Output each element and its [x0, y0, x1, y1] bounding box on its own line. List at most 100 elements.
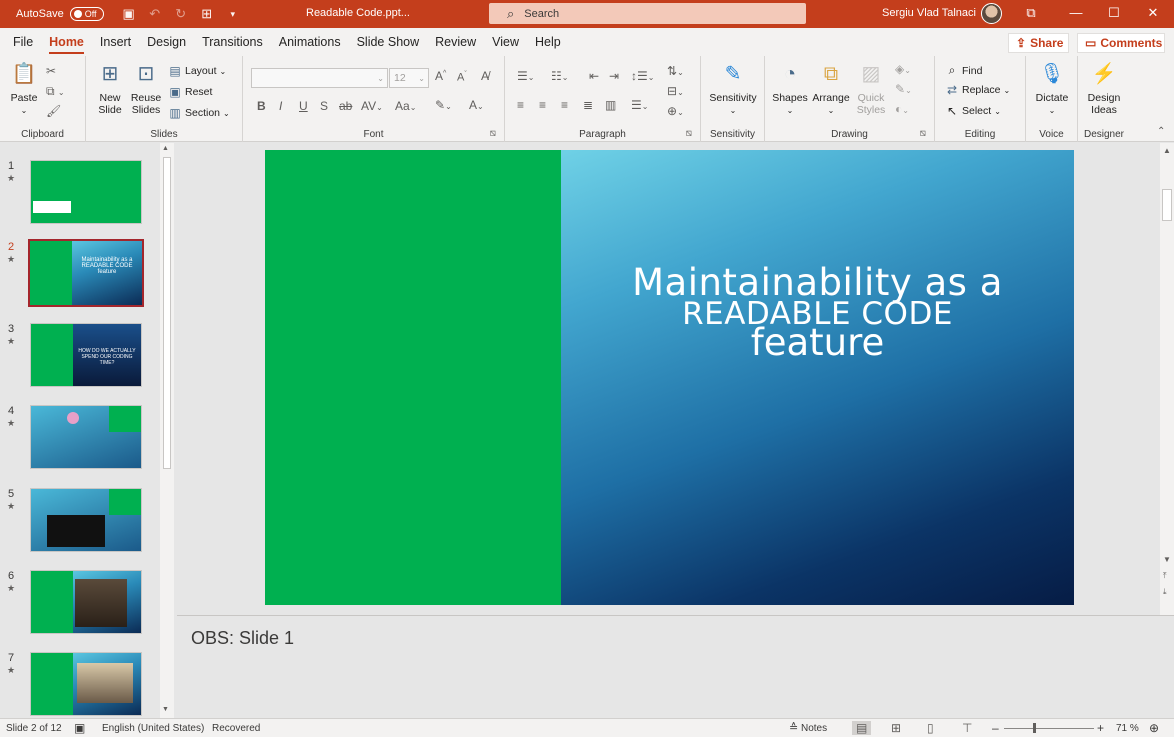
tab-animations[interactable]: Animations: [271, 28, 349, 56]
increase-indent-icon[interactable]: ⇥: [609, 69, 619, 83]
tab-view[interactable]: View: [484, 28, 527, 56]
paragraph-more-icon[interactable]: ☰⌄: [631, 98, 648, 112]
share-button[interactable]: ⇪ Share: [1008, 33, 1069, 53]
character-spacing-icon[interactable]: AV⌄: [361, 99, 383, 113]
notes-pane[interactable]: OBS: Slide 1: [177, 615, 1174, 718]
numbering-icon[interactable]: ☷⌄: [551, 69, 568, 83]
tab-transitions[interactable]: Transitions: [194, 28, 271, 56]
customize-toolbar-icon[interactable]: ▾: [222, 9, 244, 20]
reuse-slides-button[interactable]: ⊡ Reuse Slides: [130, 60, 162, 116]
new-slide-button[interactable]: ⊞ New Slide: [94, 60, 126, 116]
thumbnail-slide-5[interactable]: 5 ★: [0, 488, 160, 566]
align-right-icon[interactable]: ≡: [561, 98, 568, 112]
tab-review[interactable]: Review: [427, 28, 484, 56]
highlight-icon[interactable]: ✎⌄: [435, 98, 452, 112]
text-direction-icon[interactable]: ⇅⌄: [667, 64, 684, 78]
scroll-up-icon[interactable]: ▲: [1163, 146, 1171, 155]
strikethrough-icon[interactable]: ab: [339, 99, 352, 113]
increase-font-icon[interactable]: A^: [435, 69, 446, 83]
language[interactable]: English (United States): [102, 723, 204, 734]
decrease-font-icon[interactable]: Aˇ: [457, 71, 467, 84]
line-spacing-icon[interactable]: ↕☰⌄: [631, 69, 654, 83]
fit-to-window-icon[interactable]: ⊕: [1149, 721, 1159, 735]
reading-view-icon[interactable]: ▯: [927, 721, 934, 735]
next-slide-icon[interactable]: ⤓: [1163, 587, 1167, 597]
thumbnail-slide-3[interactable]: 3 ★ HOW DO WE ACTUALLY SPEND OUR CODING …: [0, 323, 160, 401]
thumbnail-slide-6[interactable]: 6 ★: [0, 570, 160, 648]
change-case-icon[interactable]: Aa⌄: [395, 99, 416, 113]
save-icon[interactable]: ▣: [118, 6, 140, 22]
sensitivity-button[interactable]: ✎ Sensitivity ⌄: [707, 60, 759, 117]
minimize-icon[interactable]: —: [1066, 4, 1086, 22]
format-painter-icon[interactable]: 🖌: [46, 104, 61, 118]
zoom-slider-thumb[interactable]: [1033, 723, 1036, 733]
tab-slide-show[interactable]: Slide Show: [349, 28, 428, 56]
zoom-slider[interactable]: [1004, 728, 1094, 729]
ribbon-display-options-icon[interactable]: ⧉: [1021, 4, 1041, 22]
smartart-icon[interactable]: ⊕⌄: [667, 104, 684, 118]
bullets-icon[interactable]: ☰⌄: [517, 69, 534, 83]
align-text-icon[interactable]: ⊟⌄: [667, 84, 684, 98]
normal-view-icon[interactable]: ▤: [852, 721, 872, 735]
select-button[interactable]: ↖ Select ⌄: [945, 104, 1001, 118]
shape-effects-icon[interactable]: ◐⌄: [895, 102, 909, 116]
zoom-out-icon[interactable]: –: [992, 721, 999, 735]
paste-button[interactable]: 📋 Paste ⌄: [8, 60, 40, 117]
zoom-in-icon[interactable]: +: [1097, 721, 1104, 735]
thumbnail-slide-4[interactable]: 4 ★: [0, 405, 160, 483]
zoom-level[interactable]: 71 %: [1116, 723, 1139, 734]
font-size-select[interactable]: 12 ⌄: [389, 68, 429, 88]
arrange-button[interactable]: ⧉ Arrange ⌄: [811, 60, 851, 117]
autosave-toggle[interactable]: Off: [69, 7, 104, 21]
italic-icon[interactable]: I: [279, 99, 282, 113]
tab-design[interactable]: Design: [139, 28, 194, 56]
justify-icon[interactable]: ≣: [583, 98, 593, 112]
slide-scrollbar[interactable]: ▲ ▼ ⤒ ⤓: [1160, 143, 1174, 615]
find-button[interactable]: ⌕ Find: [945, 63, 983, 78]
previous-slide-icon[interactable]: ⤒: [1163, 571, 1167, 581]
close-icon[interactable]: ✕: [1143, 4, 1163, 22]
user-name[interactable]: Sergiu Vlad Talnaci: [882, 7, 976, 19]
comments-button[interactable]: ▭ Comments: [1077, 33, 1165, 53]
notes-button[interactable]: ≙ Notes: [789, 721, 827, 734]
scroll-down-icon[interactable]: ▼: [162, 706, 169, 713]
shape-fill-icon[interactable]: ◈⌄: [895, 62, 911, 76]
undo-icon[interactable]: ↶: [144, 6, 166, 22]
cut-icon[interactable]: ✂: [46, 64, 56, 78]
thumbnail-scrollbar[interactable]: ▲ ▼: [160, 143, 174, 718]
design-ideas-button[interactable]: ⚡ Design Ideas: [1084, 60, 1124, 116]
dialog-launcher-icon[interactable]: ⧅: [686, 128, 692, 139]
scroll-up-icon[interactable]: ▲: [162, 145, 169, 152]
redo-icon[interactable]: ↻: [170, 6, 192, 22]
tab-help[interactable]: Help: [527, 28, 569, 56]
current-slide[interactable]: [265, 150, 1074, 605]
decrease-indent-icon[interactable]: ⇤: [589, 69, 599, 83]
tab-file[interactable]: File: [5, 28, 41, 56]
scroll-down-icon[interactable]: ▼: [1163, 555, 1171, 564]
thumbnail-slide-2[interactable]: 2 ★ Maintainability as a READABLE CODE f…: [0, 239, 160, 319]
thumbnail-slide-1[interactable]: 1 ★: [0, 160, 160, 238]
slide-title[interactable]: Maintainability as a READABLE CODE featu…: [561, 264, 1074, 361]
tab-home[interactable]: Home: [41, 28, 92, 56]
slideshow-icon[interactable]: ⊤: [962, 721, 972, 735]
spelling-icon[interactable]: ▣: [74, 721, 85, 735]
notes-text[interactable]: OBS: Slide 1: [191, 628, 294, 649]
replace-button[interactable]: ⇄ Replace ⌄: [945, 83, 1010, 97]
quick-styles-button[interactable]: ▨ Quick Styles: [853, 60, 889, 116]
bold-icon[interactable]: B: [257, 99, 266, 113]
columns-icon[interactable]: ▥: [605, 98, 616, 112]
search-box[interactable]: ⌕ Search: [489, 3, 806, 24]
layout-button[interactable]: ▤ Layout ⌄: [168, 64, 226, 78]
section-button[interactable]: ▥ Section ⌄: [168, 106, 229, 120]
clear-formatting-icon[interactable]: A̸: [481, 69, 489, 83]
shadow-icon[interactable]: S: [320, 99, 328, 113]
shape-outline-icon[interactable]: ✎⌄: [895, 82, 912, 96]
shapes-button[interactable]: ◔ Shapes ⌄: [771, 60, 809, 117]
font-color-icon[interactable]: A⌄: [469, 98, 484, 112]
slide-sorter-icon[interactable]: ⊞: [891, 721, 901, 735]
avatar[interactable]: [981, 3, 1002, 24]
scrollbar-thumb[interactable]: [1162, 189, 1172, 221]
scrollbar-thumb[interactable]: [163, 157, 171, 469]
dialog-launcher-icon[interactable]: ⧅: [920, 128, 926, 139]
align-left-icon[interactable]: ≡: [517, 98, 524, 112]
